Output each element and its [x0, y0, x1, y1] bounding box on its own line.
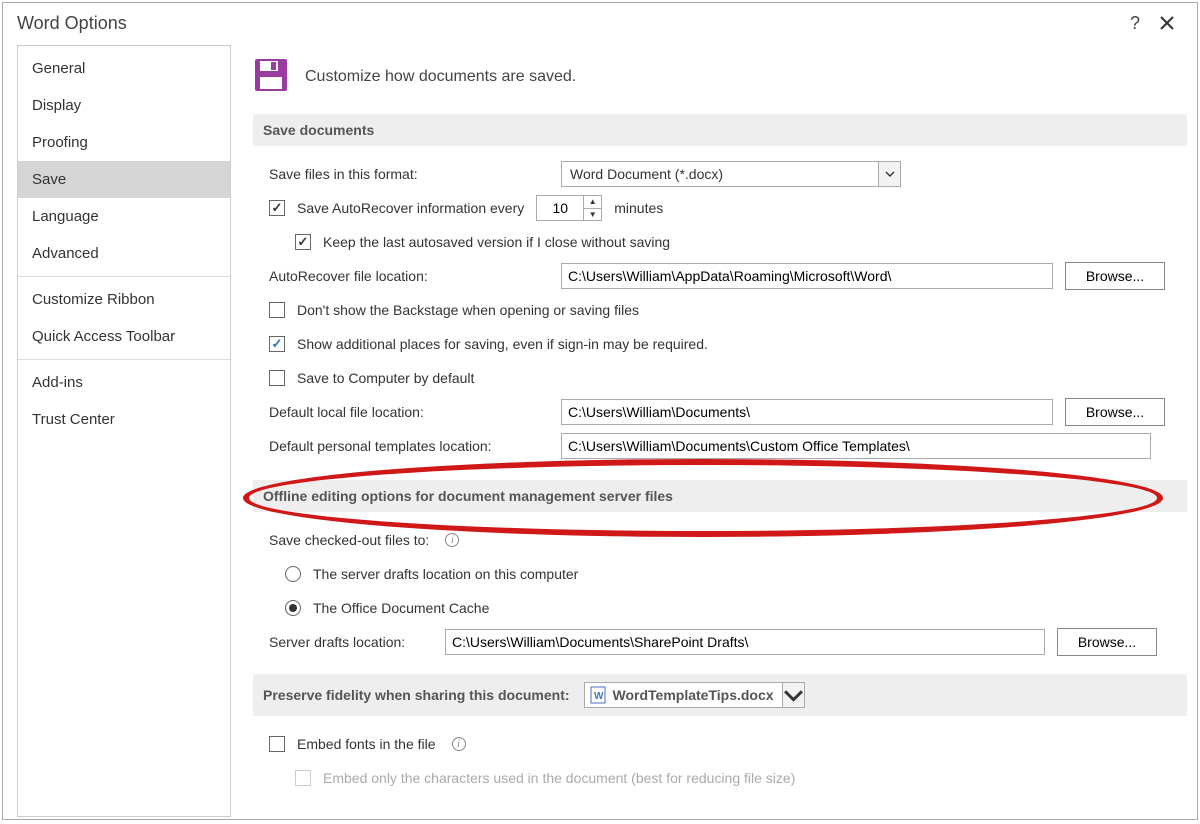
- save-to-computer-label: Save to Computer by default: [297, 370, 474, 386]
- keep-last-checkbox[interactable]: [295, 234, 311, 250]
- sidebar-item-quick-access[interactable]: Quick Access Toolbar: [18, 318, 230, 355]
- embed-fonts-checkbox[interactable]: [269, 736, 285, 752]
- section-preserve: Preserve fidelity when sharing this docu…: [253, 674, 1187, 716]
- autorecover-label: Save AutoRecover information every: [297, 200, 524, 216]
- section-save-documents: Save documents: [253, 114, 1187, 146]
- browse-server-drafts-button[interactable]: Browse...: [1057, 628, 1157, 656]
- show-additional-label: Show additional places for saving, even …: [297, 336, 708, 352]
- titlebar: Word Options ?: [3, 3, 1197, 43]
- sidebar-item-display[interactable]: Display: [18, 87, 230, 124]
- spin-up-icon[interactable]: ▲: [584, 196, 601, 209]
- save-checked-out-label: Save checked-out files to:: [269, 532, 429, 548]
- autorecover-minutes-input[interactable]: [537, 196, 583, 220]
- save-format-select[interactable]: Word Document (*.docx): [561, 161, 901, 187]
- personal-templates-label: Default personal templates location:: [269, 438, 549, 454]
- window-title: Word Options: [17, 13, 127, 34]
- embed-fonts-label: Embed fonts in the file: [297, 736, 436, 752]
- default-local-input[interactable]: [561, 399, 1053, 425]
- show-additional-checkbox[interactable]: [269, 336, 285, 352]
- sidebar: General Display Proofing Save Language A…: [17, 45, 231, 817]
- info-icon[interactable]: i: [452, 737, 466, 751]
- sidebar-item-save[interactable]: Save: [18, 161, 230, 198]
- autorecover-minutes-spinner[interactable]: ▲▼: [536, 195, 602, 221]
- preserve-heading: Preserve fidelity when sharing this docu…: [263, 687, 570, 703]
- save-format-value: Word Document (*.docx): [562, 166, 878, 182]
- browse-default-local-button[interactable]: Browse...: [1065, 398, 1165, 426]
- radio-server-drafts-label: The server drafts location on this compu…: [313, 566, 578, 582]
- default-local-label: Default local file location:: [269, 404, 549, 420]
- header-text: Customize how documents are saved.: [305, 68, 576, 86]
- word-options-window: Word Options ? General Display Proofing …: [2, 2, 1198, 820]
- keep-last-label: Keep the last autosaved version if I clo…: [323, 234, 670, 250]
- header-row: Customize how documents are saved.: [253, 57, 1187, 96]
- dont-show-backstage-label: Don't show the Backstage when opening or…: [297, 302, 639, 318]
- server-drafts-label: Server drafts location:: [269, 634, 433, 650]
- info-icon[interactable]: i: [445, 533, 459, 547]
- embed-only-chars-checkbox: [295, 770, 311, 786]
- section-offline: Offline editing options for document man…: [253, 480, 1187, 512]
- sidebar-item-trust-center[interactable]: Trust Center: [18, 401, 230, 438]
- main-panel: Customize how documents are saved. Save …: [239, 43, 1197, 819]
- browse-autorecover-button[interactable]: Browse...: [1065, 262, 1165, 290]
- save-icon: [253, 57, 289, 96]
- sidebar-item-language[interactable]: Language: [18, 198, 230, 235]
- autorecover-checkbox[interactable]: [269, 200, 285, 216]
- server-drafts-input[interactable]: [445, 629, 1045, 655]
- embed-only-chars-label: Embed only the characters used in the do…: [323, 770, 795, 786]
- sidebar-separator: [18, 359, 230, 360]
- personal-templates-input[interactable]: [561, 433, 1151, 459]
- sidebar-item-advanced[interactable]: Advanced: [18, 235, 230, 272]
- minutes-label: minutes: [614, 200, 663, 216]
- sidebar-item-addins[interactable]: Add-ins: [18, 364, 230, 401]
- close-icon[interactable]: [1151, 9, 1183, 37]
- sidebar-item-customize-ribbon[interactable]: Customize Ribbon: [18, 281, 230, 318]
- sidebar-separator: [18, 276, 230, 277]
- autorecover-loc-input[interactable]: [561, 263, 1053, 289]
- save-to-computer-checkbox[interactable]: [269, 370, 285, 386]
- word-doc-icon: W: [589, 686, 607, 704]
- sidebar-item-general[interactable]: General: [18, 50, 230, 87]
- preserve-doc-select[interactable]: W WordTemplateTips.docx: [584, 682, 805, 708]
- format-label: Save files in this format:: [269, 166, 549, 182]
- chevron-down-icon: [878, 162, 900, 186]
- radio-office-cache[interactable]: [285, 600, 301, 616]
- radio-server-drafts[interactable]: [285, 566, 301, 582]
- svg-text:W: W: [594, 691, 604, 702]
- spin-down-icon[interactable]: ▼: [584, 209, 601, 221]
- dont-show-backstage-checkbox[interactable]: [269, 302, 285, 318]
- sidebar-item-proofing[interactable]: Proofing: [18, 124, 230, 161]
- help-icon[interactable]: ?: [1119, 9, 1151, 37]
- autorecover-loc-label: AutoRecover file location:: [269, 268, 549, 284]
- chevron-down-icon: [782, 683, 804, 707]
- preserve-doc-name: WordTemplateTips.docx: [611, 687, 782, 703]
- radio-office-cache-label: The Office Document Cache: [313, 600, 489, 616]
